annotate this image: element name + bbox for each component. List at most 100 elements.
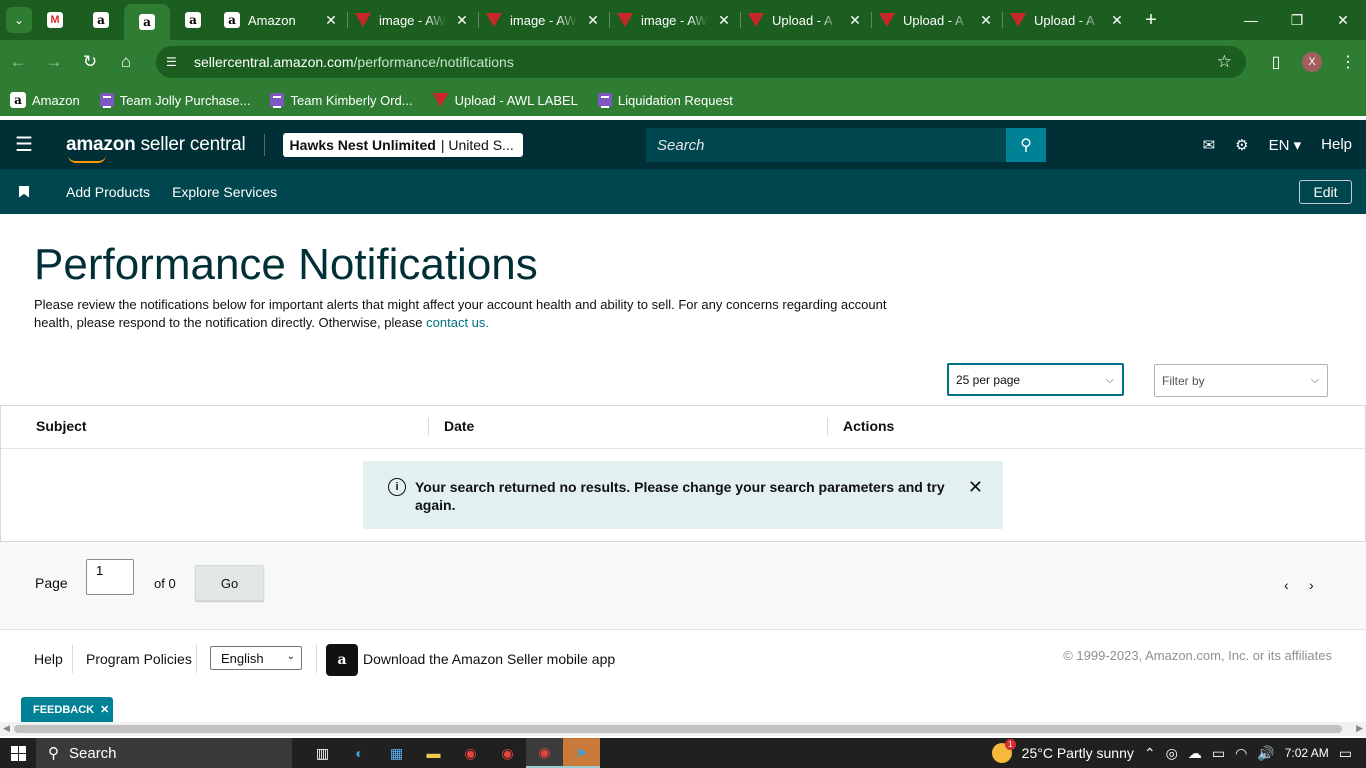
close-icon[interactable]: ✕: [978, 12, 994, 29]
feedback-button[interactable]: FEEDBACK ✕: [21, 697, 113, 722]
profile-avatar[interactable]: X: [1302, 52, 1322, 72]
browser-tab[interactable]: image - AW ✕: [609, 0, 740, 40]
nav-add-products[interactable]: Add Products: [66, 184, 150, 200]
filter-select[interactable]: Filter by ⌵: [1154, 364, 1328, 397]
filter-placeholder: Filter by: [1162, 373, 1205, 388]
bookmark-icon[interactable]: [19, 185, 29, 198]
address-bar[interactable]: ☰ sellercentral.amazon.com/performance/n…: [156, 46, 1246, 78]
bookmark-label: Liquidation Request: [617, 92, 733, 108]
back-button[interactable]: ←: [0, 40, 36, 84]
nav-explore-services[interactable]: Explore Services: [172, 184, 277, 200]
chevron-up-icon[interactable]: ⌃: [1144, 745, 1156, 762]
chevron-left-icon[interactable]: ‹: [1284, 577, 1289, 593]
footer-help-link[interactable]: Help: [34, 651, 63, 667]
onedrive-icon[interactable]: ☁: [1188, 745, 1202, 762]
battery-icon[interactable]: ▭: [1212, 745, 1225, 762]
tab-search-button[interactable]: ⌄: [6, 7, 32, 33]
weather-text[interactable]: 25°C Partly sunny: [1022, 745, 1134, 761]
download-app-link[interactable]: Download the Amazon Seller mobile app: [363, 651, 615, 667]
close-icon[interactable]: ✕: [968, 478, 983, 529]
pinned-tab-amazon-1[interactable]: a: [78, 0, 124, 40]
close-icon[interactable]: ✕: [585, 12, 601, 29]
task-view-icon[interactable]: ▥: [304, 738, 341, 768]
column-date[interactable]: Date: [444, 418, 474, 434]
arrow-right-icon: →: [45, 52, 63, 71]
new-tab-button[interactable]: +: [1133, 0, 1169, 40]
chrome-active-icon[interactable]: ◉: [526, 738, 563, 768]
bookmark-upload-awl[interactable]: Upload - AWL LABEL: [432, 93, 578, 108]
wifi-icon[interactable]: ◠: [1235, 745, 1247, 762]
list-icon: [597, 93, 612, 108]
menu-dots-icon[interactable]: ⋮: [1330, 52, 1366, 72]
seller-app-icon[interactable]: a: [326, 644, 358, 676]
forward-button[interactable]: →: [36, 40, 72, 84]
bookmark-team-jolly[interactable]: Team Jolly Purchase...: [99, 93, 250, 108]
per-page-select[interactable]: 25 per page ⌵: [947, 363, 1124, 396]
go-button[interactable]: Go: [195, 565, 264, 601]
volume-icon[interactable]: 🔊: [1257, 745, 1274, 762]
chrome-icon[interactable]: ◉: [489, 738, 526, 768]
close-icon[interactable]: ✕: [1109, 12, 1125, 29]
file-explorer-icon[interactable]: ▬: [415, 738, 452, 768]
meet-icon[interactable]: ◎: [1166, 745, 1178, 762]
program-policies-link[interactable]: Program Policies: [86, 651, 192, 667]
telegram-icon[interactable]: ➤: [563, 738, 600, 768]
page-number-input[interactable]: [86, 559, 134, 595]
close-icon[interactable]: ✕: [716, 12, 732, 29]
footer-language-select[interactable]: English ⌄: [210, 646, 302, 670]
bookmark-team-kimberly[interactable]: Team Kimberly Ord...: [270, 93, 413, 108]
contact-us-link[interactable]: contact us.: [426, 315, 489, 330]
clock[interactable]: 7:02 AM: [1285, 746, 1329, 760]
horizontal-scrollbar[interactable]: ◀ ▶: [0, 722, 1366, 736]
gear-icon[interactable]: ⚙: [1235, 136, 1248, 154]
chevron-right-icon[interactable]: ›: [1309, 577, 1314, 593]
mail-icon[interactable]: ✉: [1203, 136, 1216, 154]
home-button[interactable]: ⌂: [108, 40, 144, 84]
browser-tab[interactable]: Upload - A ✕: [871, 0, 1002, 40]
close-window-button[interactable]: ✕: [1320, 0, 1366, 40]
info-icon: i: [388, 478, 406, 496]
language-selector[interactable]: EN ▾: [1269, 136, 1302, 154]
pinned-tab-amazon-active[interactable]: a: [124, 4, 170, 40]
close-icon: ✕: [1337, 11, 1349, 28]
pinned-tab-amazon-2[interactable]: a: [170, 0, 216, 40]
edit-button[interactable]: Edit: [1299, 180, 1352, 204]
weather-icon[interactable]: [991, 739, 1016, 763]
close-icon[interactable]: ✕: [100, 703, 109, 716]
notifications-icon[interactable]: ▭: [1339, 745, 1352, 762]
site-info-icon[interactable]: ☰: [166, 55, 184, 69]
windows-start-icon[interactable]: [0, 738, 36, 768]
bookmark-star-icon[interactable]: ☆: [1217, 52, 1232, 72]
store-icon[interactable]: ▦: [378, 738, 415, 768]
browser-tab[interactable]: image - AW ✕: [478, 0, 609, 40]
divider: [316, 645, 317, 673]
close-icon[interactable]: ✕: [847, 12, 863, 29]
browser-tab[interactable]: a Amazon ✕: [216, 0, 347, 40]
restore-button[interactable]: ❐: [1274, 0, 1320, 40]
column-subject[interactable]: Subject: [36, 418, 87, 434]
scroll-left-icon[interactable]: ◀: [3, 723, 10, 734]
reload-button[interactable]: ↻: [72, 40, 108, 84]
edge-icon[interactable]: ◐: [341, 738, 378, 768]
minimize-button[interactable]: —: [1228, 0, 1274, 40]
help-link[interactable]: Help: [1321, 136, 1352, 153]
close-icon[interactable]: ✕: [454, 12, 470, 29]
bookmark-liquidation[interactable]: Liquidation Request: [597, 92, 733, 108]
seller-central-logo[interactable]: amazon seller central: [66, 134, 246, 163]
bookmark-amazon[interactable]: a Amazon: [10, 92, 80, 108]
browser-tab[interactable]: image - AW ✕: [347, 0, 478, 40]
side-panel-icon[interactable]: ▯: [1258, 52, 1294, 72]
search-input[interactable]: [646, 128, 1006, 162]
taskbar-search[interactable]: ⚲ Search: [36, 738, 292, 768]
browser-tab[interactable]: Upload - A ✕: [740, 0, 871, 40]
no-results-alert: i Your search returned no results. Pleas…: [363, 461, 1003, 529]
close-icon[interactable]: ✕: [323, 12, 339, 29]
search-button[interactable]: ⚲: [1006, 128, 1046, 162]
scrollbar-thumb[interactable]: [14, 725, 1342, 733]
account-switcher[interactable]: Hawks Nest Unlimited | United S...: [282, 132, 523, 157]
scroll-right-icon[interactable]: ▶: [1356, 723, 1363, 734]
browser-tab[interactable]: Upload - A ✕: [1002, 0, 1133, 40]
hamburger-menu-icon[interactable]: ☰: [0, 132, 48, 157]
chrome-icon[interactable]: ◉: [452, 738, 489, 768]
pinned-tab-gmail[interactable]: M: [32, 0, 78, 40]
